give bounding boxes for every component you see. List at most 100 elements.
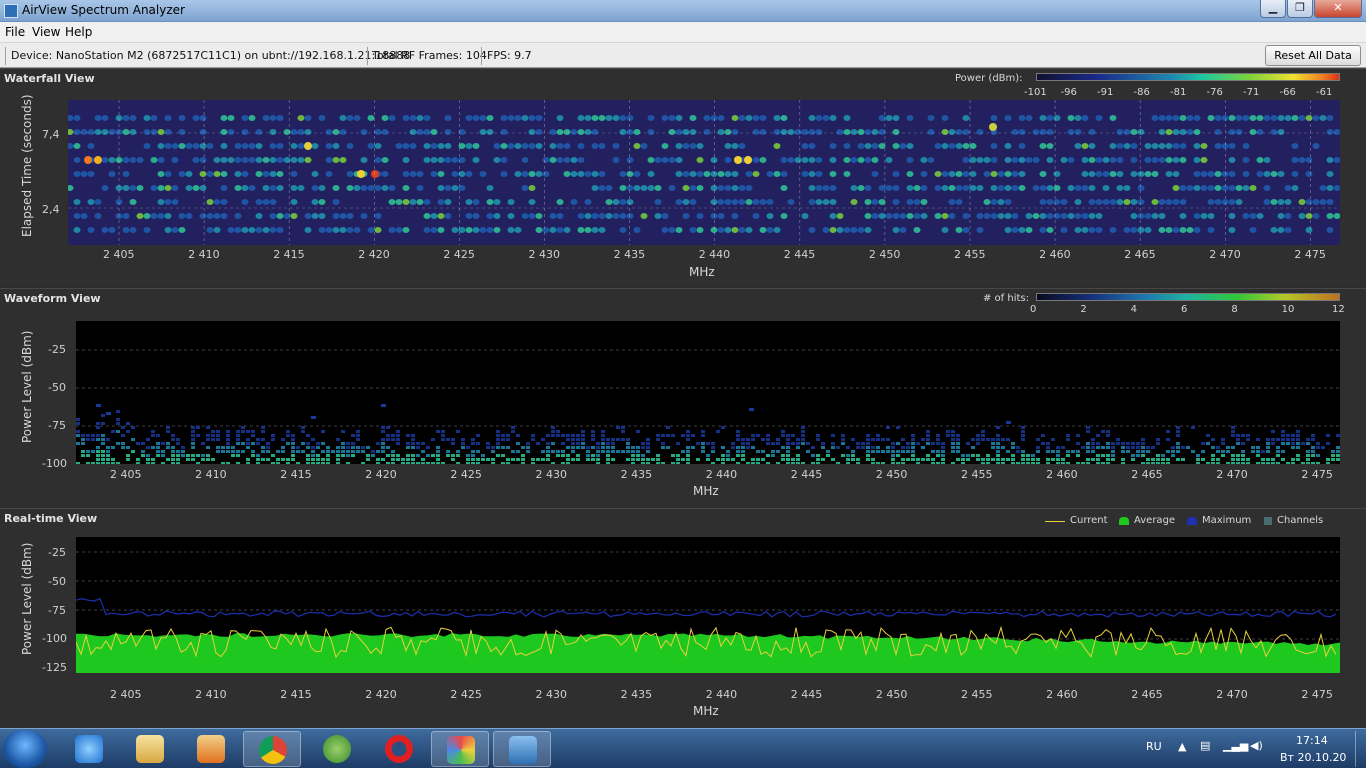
maximize-button[interactable]: ❐ [1287,0,1313,18]
waterfall-cell [1165,171,1173,177]
waveform-cell [761,450,765,453]
waveform-cell [721,454,725,457]
waveform-cell [161,450,165,453]
waveform-cell [341,450,345,453]
waterfall-cell [563,143,571,149]
waveform-cell [1266,458,1270,461]
waterfall-cell [1158,129,1166,135]
waveform-cell [1096,434,1100,437]
menu-view[interactable]: View [32,25,60,39]
airview-taskbar-button[interactable] [493,731,551,767]
waveform-cell [1331,450,1335,453]
waveform-cell [1041,442,1045,445]
waterfall-cell [955,227,963,233]
waterfall-cell [234,157,242,163]
waveform-cell [1036,450,1040,453]
network-icon[interactable]: ▤ [1200,739,1210,752]
waterfall-cell [416,185,424,191]
volume-icon[interactable]: ◀) [1250,739,1263,752]
waterfall-cell [990,213,998,219]
waterfall-cell [619,171,627,177]
waveform-cell [156,434,160,437]
waterfall-cell [73,199,81,205]
waveform-cell [81,450,85,453]
utorrent-taskbar-button[interactable] [308,731,366,767]
waveform-cell [571,450,575,453]
waveform-cell [1281,434,1285,437]
waveform-cell [886,446,890,449]
explorer-taskbar-button[interactable] [121,731,179,767]
waterfall-cell [731,171,739,177]
waveform-cell [1271,462,1275,464]
waterfall-cell [703,171,711,177]
x-tick-label: 2 430 [535,688,568,701]
waveform-cell [246,442,250,445]
waveform-cell [586,450,590,453]
waveform-cell [166,430,170,433]
waterfall-cell [1235,115,1243,121]
waterfall-cell [955,185,963,191]
waveform-cell [1266,442,1270,445]
opera-taskbar-button[interactable] [370,731,428,767]
tray-arrow-icon[interactable]: ▲ [1178,740,1186,753]
waterfall-cell [297,129,305,135]
waveform-cell [151,462,155,464]
waveform-outlier [1006,421,1011,424]
waveform-cell [451,454,455,457]
reset-all-data-button[interactable]: Reset All Data [1265,45,1361,66]
chrome-taskbar-button[interactable] [243,731,301,767]
media-player-taskbar-button[interactable] [182,731,240,767]
waterfall-cell [864,143,872,149]
waterfall-cell [311,171,319,177]
show-desktop-button[interactable] [1355,731,1365,767]
waterfall-cell [556,227,564,233]
waterfall-cell [892,129,900,135]
waterfall-cell [962,129,970,135]
legend-tick-label: 6 [1181,304,1188,315]
waveform-cell [76,442,80,445]
waveform-cell [641,446,645,449]
waveform-cell [1231,446,1235,449]
waveform-cell [131,450,135,453]
minimize-button[interactable]: ▁ [1260,0,1286,18]
waterfall-cell [437,171,445,177]
waveform-cell [1051,450,1055,453]
clock-date[interactable]: Вт 20.10.20 [1280,751,1346,764]
waterfall-cell [1270,115,1278,121]
waterfall-plot[interactable] [68,100,1340,245]
waterfall-cell [633,143,641,149]
menu-file[interactable]: File [5,25,25,39]
waveform-cell [126,458,130,461]
waveform-cell [531,438,535,441]
clock-time[interactable]: 17:14 [1296,734,1328,747]
waveform-cell [1236,462,1240,464]
waterfall-cell [206,171,214,177]
waterfall-cell [1312,115,1320,121]
start-button[interactable] [3,730,47,768]
waveform-cell [241,442,245,445]
waveform-cell [171,462,175,464]
waterfall-cell [612,199,620,205]
language-indicator[interactable]: RU [1146,740,1162,753]
waveform-cell [551,442,555,445]
realtime-plot[interactable] [76,537,1340,673]
waterfall-cell [878,143,886,149]
paint-taskbar-button[interactable] [431,731,489,767]
ie-taskbar-button[interactable] [60,731,118,767]
waterfall-cell [675,171,683,177]
menu-help[interactable]: Help [65,25,92,39]
waveform-cell [471,442,475,445]
waveform-cell [126,454,130,457]
waterfall-cell [1277,171,1285,177]
waveform-cell [391,462,395,464]
waveform-plot[interactable] [76,321,1340,464]
signal-icon[interactable]: ▁▃▅ [1223,739,1248,752]
waveform-cell [171,450,175,453]
title-bar[interactable]: AirView Spectrum Analyzer ▁ ❐ ✕ [0,0,1366,22]
waterfall-cell [850,157,858,163]
waterfall-cell [409,115,417,121]
waveform-cell [171,438,175,441]
close-button[interactable]: ✕ [1314,0,1362,18]
waterfall-cell [73,129,81,135]
waveform-cell [771,442,775,445]
